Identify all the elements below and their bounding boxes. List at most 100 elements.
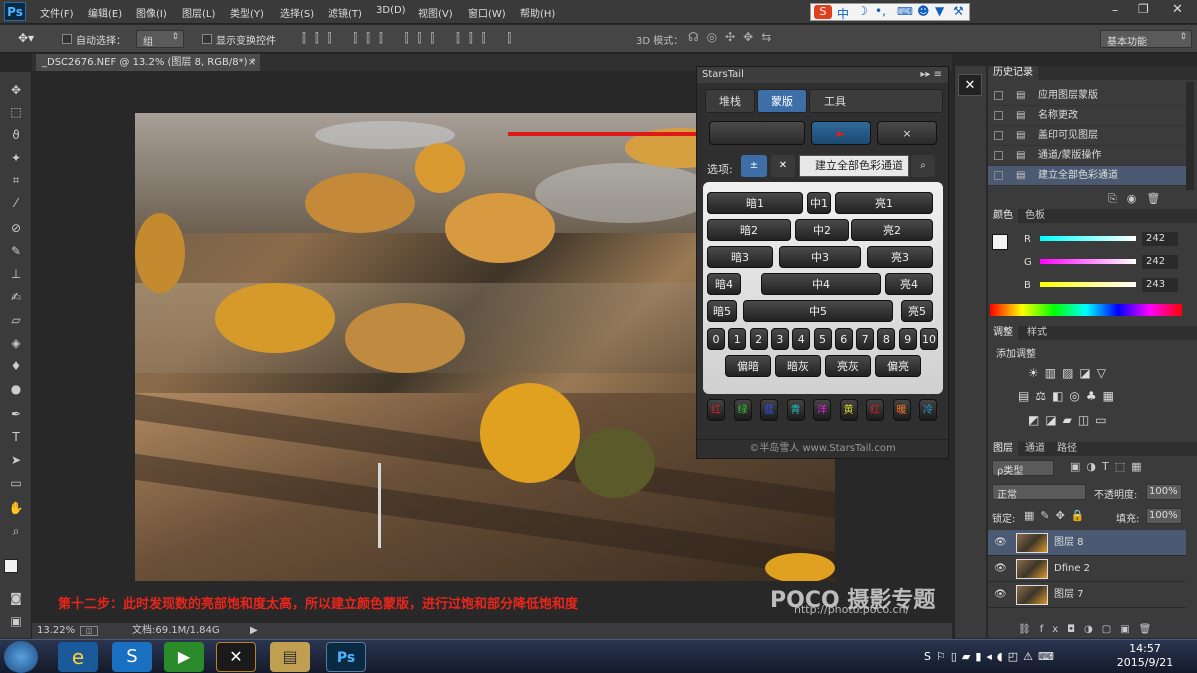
fill-input[interactable]: 100% [1146, 508, 1182, 524]
channel-slider-g[interactable] [1040, 259, 1136, 264]
color-channel-button[interactable]: 冷 [919, 399, 937, 421]
photoshop-taskbar-icon[interactable]: Ps [326, 642, 366, 672]
layer-row[interactable]: 👁 图层 8 [988, 530, 1186, 556]
mask-button-中1[interactable]: 中1 [807, 192, 831, 214]
menu-item[interactable]: 编辑(E) [88, 5, 122, 20]
auto-select-checkbox[interactable] [62, 34, 72, 44]
history-item[interactable]: ▤ 应用图层蒙版 [988, 86, 1186, 106]
menu-item[interactable]: 图层(L) [182, 5, 215, 20]
color-channel-button[interactable]: 黄 [839, 399, 858, 421]
start-button[interactable] [4, 641, 38, 673]
mask-button-暗2[interactable]: 暗2 [707, 219, 791, 241]
number-button[interactable]: 9 [898, 328, 917, 350]
align-icons[interactable]: ⫿⫿⫿ ⫿⫿⫿ ⫿⫿⫿ ⫿⫿⫿ ⫿ [302, 31, 520, 46]
menu-item[interactable]: 类型(Y) [230, 5, 264, 20]
history-item[interactable]: ▤ 名称更改 [988, 106, 1186, 126]
number-button[interactable]: 3 [770, 328, 789, 350]
tab-tools[interactable]: 工具 [809, 89, 943, 113]
wrench-icon[interactable]: ⚒ [953, 4, 964, 18]
pen-tool-icon[interactable]: ✒ [6, 406, 26, 422]
tone-button[interactable]: 亮灰 [825, 355, 871, 377]
shape-tool-icon[interactable]: ▭ [6, 475, 26, 491]
menu-item[interactable]: 文件(F) [40, 5, 74, 20]
layer-filter-dropdown[interactable]: ρ类型 [992, 460, 1054, 477]
menu-item[interactable]: 视图(V) [418, 5, 453, 20]
number-button[interactable]: 7 [856, 328, 875, 350]
color-channel-button[interactable]: 洋 [813, 399, 831, 421]
status-menu-arrow-icon[interactable]: ▶ [250, 623, 258, 639]
type-tool-icon[interactable]: T [6, 429, 26, 445]
3d-mode-icons[interactable]: ☊◎✣✥⇆ [688, 30, 779, 44]
mask-button-中3[interactable]: 中3 [779, 246, 861, 268]
channel-slider-b[interactable] [1040, 282, 1136, 287]
history-checkbox[interactable] [994, 171, 1003, 180]
mask-button-中2[interactable]: 中2 [795, 219, 849, 241]
menu-item[interactable]: 滤镜(T) [328, 5, 362, 20]
hand-tool-icon[interactable]: ✋ [6, 500, 26, 516]
show-transform-checkbox[interactable] [202, 34, 212, 44]
number-button[interactable]: 5 [813, 328, 832, 350]
lock-icons[interactable]: ▦✎✥🔒 [1024, 509, 1091, 522]
color-channel-button[interactable]: 红 [707, 399, 725, 421]
channel-value-r[interactable]: 242 [1142, 232, 1178, 246]
quick-mask-icon[interactable]: ◙ [6, 590, 26, 606]
explorer-icon[interactable]: ▤ [270, 642, 310, 672]
mask-button-暗4[interactable]: 暗4 [707, 273, 741, 295]
mask-action-button[interactable] [709, 121, 805, 145]
restore-button[interactable]: ❐ [1138, 2, 1149, 16]
mask-button-暗3[interactable]: 暗3 [707, 246, 773, 268]
layer-row[interactable]: 👁 图层 7 [988, 582, 1186, 608]
panel-menu-icon[interactable]: ▸▸ ≡ [920, 67, 942, 83]
menu-item[interactable]: 窗口(W) [468, 5, 506, 20]
blur-tool-icon[interactable]: ♦ [6, 358, 26, 374]
tab-adjustments[interactable]: 调整 [988, 326, 1018, 340]
moon-icon[interactable]: ☽ [857, 4, 868, 18]
menu-item[interactable]: 图像(I) [136, 5, 167, 20]
history-item[interactable]: ▤ 盖印可见图层 [988, 126, 1186, 146]
history-brush-tool-icon[interactable]: ✍ [6, 289, 26, 305]
tone-button[interactable]: 偏亮 [875, 355, 921, 377]
tab-color[interactable]: 颜色 [988, 209, 1018, 223]
path-select-tool-icon[interactable]: ➤ [6, 452, 26, 468]
bucket-tool-icon[interactable]: ◈ [6, 335, 26, 351]
history-checkbox[interactable] [994, 151, 1003, 160]
layer-actions[interactable]: ⛓fx◘◑▢▣🗑 [1018, 624, 1160, 635]
history-checkbox[interactable] [994, 131, 1003, 140]
ie-icon[interactable]: e [58, 642, 98, 672]
color-spectrum[interactable] [990, 304, 1182, 316]
move-tool-icon[interactable]: ✥ [6, 82, 26, 98]
move-tool-icon[interactable]: ✥▾ [18, 31, 34, 45]
dodge-tool-icon[interactable]: ● [6, 381, 26, 397]
fg-color-swatch[interactable] [992, 234, 1008, 250]
eraser-tool-icon[interactable]: ▱ [6, 312, 26, 328]
tab-styles[interactable]: 样式 [1022, 326, 1052, 340]
tab-mask[interactable]: 蒙版 [757, 89, 807, 113]
tab-stack[interactable]: 堆栈 [705, 89, 755, 113]
menu-item[interactable]: 帮助(H) [520, 5, 555, 20]
zoom-tool-icon[interactable]: ⌕ [6, 523, 26, 539]
foreground-color-swatch[interactable] [4, 559, 18, 573]
ime-toolbar[interactable]: S 中 ☽ •, ⌨ ☻ ▼ ⚒ [810, 3, 970, 21]
tab-swatches[interactable]: 色板 [1020, 209, 1050, 223]
history-checkbox[interactable] [994, 111, 1003, 120]
shirt-icon[interactable]: ▼ [935, 4, 944, 18]
punctuation-icon[interactable]: •, [875, 4, 886, 18]
color-channel-button[interactable]: 绿 [733, 399, 752, 421]
mask-button-中4[interactable]: 中4 [761, 273, 881, 295]
visibility-eye-icon[interactable]: 👁 [994, 530, 1007, 556]
starstail-plugin-icon[interactable]: ✕ [958, 74, 982, 96]
close-button[interactable]: ✕ [1172, 2, 1183, 17]
channel-slider-r[interactable] [1040, 236, 1136, 241]
mask-button-亮3[interactable]: 亮3 [867, 246, 933, 268]
sogou-icon[interactable]: S [814, 5, 832, 19]
delete-button[interactable]: × [877, 121, 937, 145]
sogou-browser-icon[interactable]: S [112, 642, 152, 672]
magic-wand-tool-icon[interactable]: ✦ [6, 150, 26, 166]
workspace-dropdown[interactable]: 基本功能 ⇕ [1100, 30, 1192, 48]
channel-value-b[interactable]: 243 [1142, 278, 1178, 292]
option-subtract-icon[interactable]: ✕ [771, 155, 795, 177]
marquee-tool-icon[interactable]: ⬚ [6, 104, 26, 120]
ime-chinese-label[interactable]: 中 [837, 5, 849, 22]
tab-channels[interactable]: 通道 [1020, 442, 1050, 456]
zoom-level[interactable]: 13.22% [37, 623, 75, 639]
